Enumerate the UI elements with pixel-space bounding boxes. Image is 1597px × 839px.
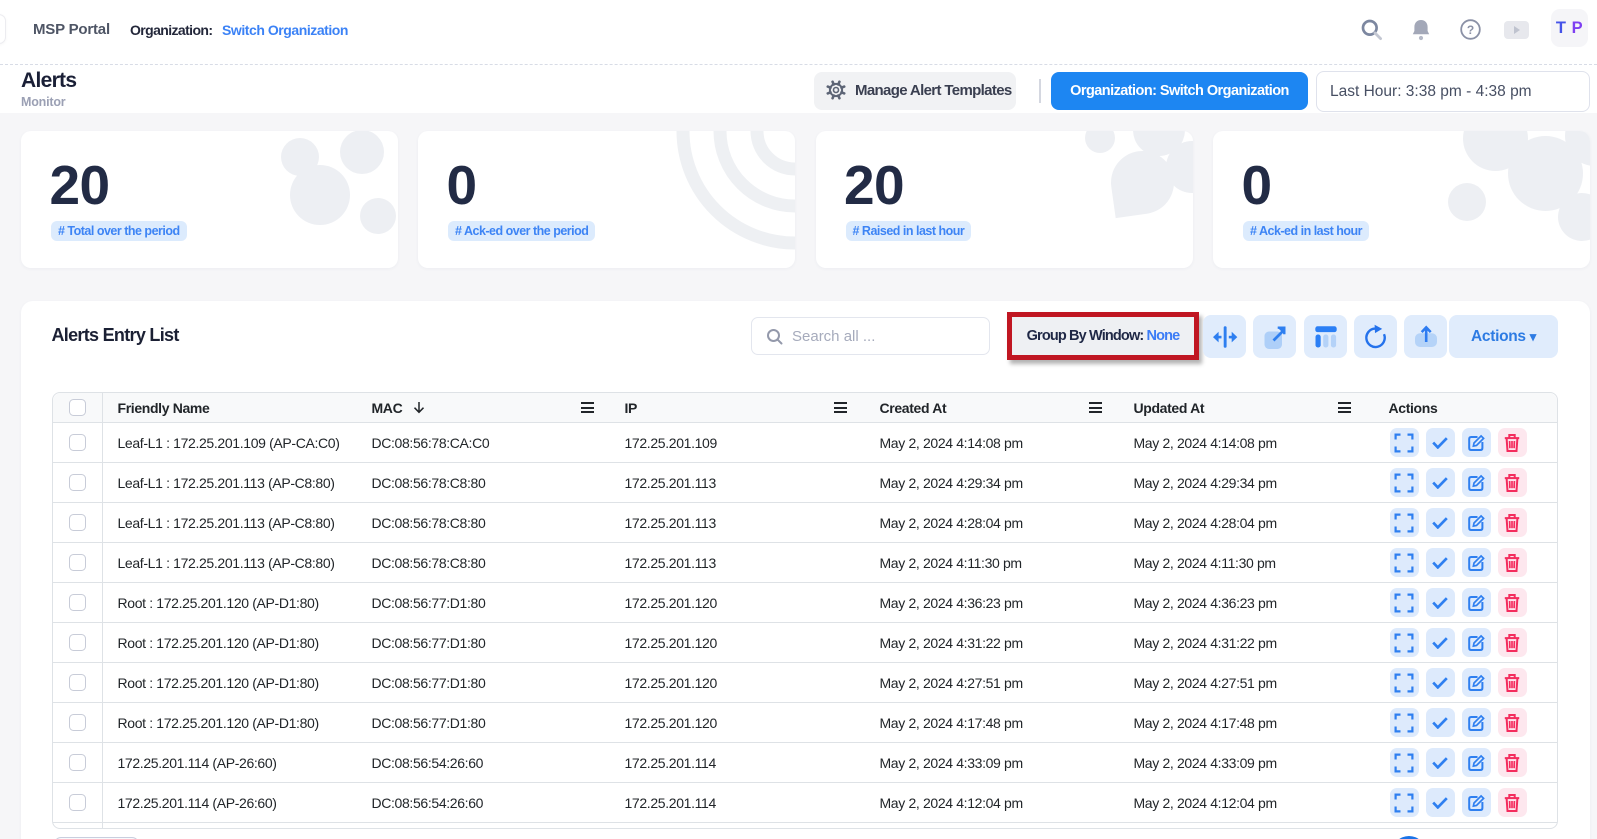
svg-text:?: ?	[1467, 23, 1474, 37]
